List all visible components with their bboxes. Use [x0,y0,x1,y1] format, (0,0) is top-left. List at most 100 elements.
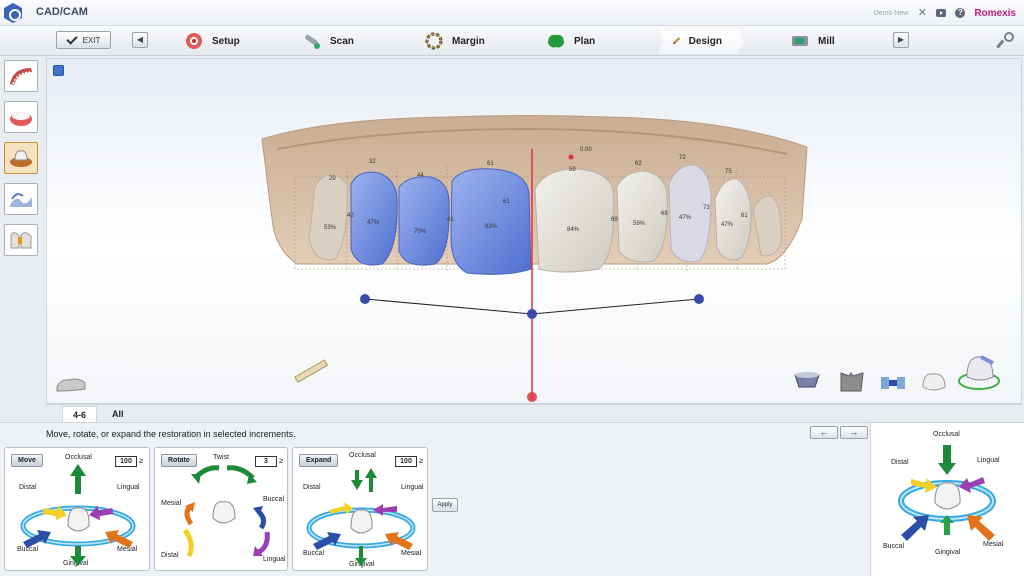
view-tooth-icon [840,372,864,392]
expand-gingival-arrow [355,546,367,566]
expand-occlusal-in-arrow [351,470,363,490]
step-label: Scan [330,35,354,47]
left-toolbar [4,60,42,265]
rotate-control: Rotate 3 ≥ Twist Mesial Buccal Distal Li… [154,447,288,571]
svg-text:29: 29 [329,176,336,182]
redo-button[interactable]: → [840,426,868,439]
svg-text:59: 59 [569,167,576,173]
move-distal-arrow [42,505,67,521]
tool-design-button[interactable] [4,142,38,174]
orient-occlusal-arrow [938,445,956,475]
step-design[interactable]: Design [658,28,744,54]
svg-text:47%: 47% [367,220,380,226]
expand-buccal-arrow [313,532,341,550]
svg-text:61: 61 [741,213,748,219]
tooth-central-right [534,168,615,273]
exit-label: EXIT [82,35,101,45]
svg-text:68: 68 [661,211,668,217]
tools-settings-icon[interactable] [996,30,1016,50]
tooth-central-left [450,168,532,275]
exit-button[interactable]: EXIT [56,31,111,49]
check-icon [65,32,78,45]
move-gingival-arrow [70,546,86,566]
rotate-buccal-arrow [257,510,267,530]
plan-icon [548,34,564,48]
3d-viewport[interactable]: 53% 47% 70% 83% 84% 59% 47% 47% 29 32 44… [46,58,1022,404]
midline-handle-top [568,154,574,160]
svg-text:44: 44 [417,173,424,179]
svg-text:32: 32 [369,159,376,165]
svg-text:61: 61 [503,199,510,205]
apply-button[interactable]: Apply [432,498,458,512]
orient-buccal-arrow [901,515,929,541]
ruler-icon [294,359,329,383]
step-label: Mill [818,35,835,47]
step-plan[interactable]: Plan [546,28,595,54]
step-mill[interactable]: Mill [790,28,835,54]
help-icon[interactable]: ? [955,8,966,18]
orient-mesial-arrow [967,515,995,541]
svg-text:62: 62 [635,161,642,167]
crown-design-icon [10,150,32,167]
arch-handle-left [360,294,370,304]
next-step-button[interactable]: ▶ [893,32,909,48]
view-contact-icon [881,377,905,389]
tooth-lateral-left [398,176,450,266]
undo-button[interactable]: ← [810,426,838,439]
expand-occlusal-out-arrow [365,468,377,492]
move-control: Move 100 ≥ Occlusal Distal Lingual Bucca… [4,447,150,571]
tool-bite-button[interactable] [4,60,38,92]
svg-text:47%: 47% [721,222,734,228]
design-icon [672,37,681,45]
tool-arch-button[interactable] [4,101,38,133]
step-scan[interactable]: Scan [302,28,354,54]
margin-icon [425,32,443,50]
step-margin[interactable]: Margin [424,28,485,54]
teeth-overview-icon [56,378,86,392]
svg-text:73: 73 [703,205,710,211]
move-compass [20,464,136,566]
arch-handle-center [527,309,537,319]
svg-text:83%: 83% [485,224,498,230]
svg-text:59%: 59% [633,221,646,227]
jaw-scan-icon [10,68,32,85]
tool-waves-button[interactable] [4,183,38,215]
setup-icon [186,33,202,49]
close-icon[interactable]: ✕ [917,8,927,19]
svg-text:61: 61 [487,161,494,167]
scan-icon [305,34,320,49]
rotate-lingual-arrow [257,531,270,555]
view-crown-icon [922,373,946,391]
svg-text:47%: 47% [679,215,692,221]
previous-step-button[interactable]: ◀ [132,32,148,48]
svg-text:41: 41 [447,217,454,223]
rotate-compass [182,465,270,558]
video-icon[interactable] [936,9,947,17]
tooth-canine-right [668,164,712,263]
tab-all[interactable]: All [102,406,134,422]
view-occlusal-icon [794,372,820,388]
title-bar: CAD/CAM Demo New ✕ ? Romexis [0,0,1024,26]
dental-model: 53% 47% 70% 83% 84% 59% 47% 47% 29 32 44… [56,115,1000,402]
tooth-group-tabs: 4-6 All [46,404,1022,422]
view-orientation-icon [958,355,1000,390]
arch-icon [10,112,32,126]
move-occlusal-arrow [70,464,86,494]
svg-text:72: 72 [679,155,686,161]
rotate-distal-arrow [182,528,194,558]
expand-compass [306,468,416,566]
tool-contact-button[interactable] [4,224,38,256]
app-logo-icon [4,3,22,23]
orientation-compass[interactable] [871,423,1024,576]
instruction-text: Move, rotate, or expand the restoration … [46,429,296,439]
svg-text:42: 42 [347,213,354,219]
step-label: Plan [574,35,596,47]
tab-4-6[interactable]: 4-6 [62,406,98,422]
arch-handle-right [694,294,704,304]
tooth-lateral-left-2 [350,171,398,266]
step-label: Setup [212,35,240,47]
step-setup[interactable]: Setup [184,28,240,54]
smooth-icon [10,193,32,207]
app-title: CAD/CAM [36,6,88,18]
tooth-lateral-right [616,170,668,263]
